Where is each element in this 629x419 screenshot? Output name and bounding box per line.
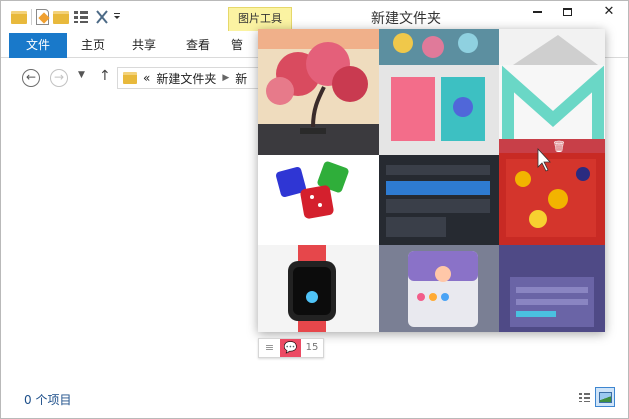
toolbar-divider	[31, 9, 32, 25]
close-icon: ✕	[603, 4, 615, 19]
large-icons-view-icon	[599, 392, 612, 403]
image-gallery: 🗑	[258, 29, 605, 332]
breadcrumb-segment[interactable]: 新建文件夹	[156, 70, 216, 87]
breadcrumb-overflow[interactable]: «	[143, 71, 150, 85]
layout-icon[interactable]	[73, 10, 91, 24]
trash-icon[interactable]: 🗑	[552, 140, 566, 153]
breadcrumb-separator-icon: ▶	[222, 73, 230, 83]
list-view-icon[interactable]: ≡	[259, 339, 280, 357]
gallery-tile[interactable]	[379, 155, 499, 245]
gallery-tile[interactable]	[499, 29, 605, 65]
gallery-tile[interactable]	[258, 245, 379, 332]
up-button[interactable]: ↑	[99, 68, 111, 84]
tab-view[interactable]: 查看	[173, 33, 223, 58]
properties-icon[interactable]	[36, 9, 49, 25]
large-icons-view-button[interactable]	[595, 387, 615, 407]
window-title: 新建文件夹	[371, 11, 441, 27]
minimize-icon	[532, 10, 542, 13]
gallery-tile[interactable]	[379, 29, 499, 65]
maximize-button[interactable]	[552, 1, 582, 25]
back-button[interactable]: ←	[22, 69, 40, 87]
tab-file[interactable]: 文件	[9, 33, 67, 58]
arrow-left-icon: ←	[25, 70, 37, 84]
details-view-button[interactable]	[574, 387, 594, 407]
comment-icon[interactable]: 💬	[280, 339, 301, 357]
gallery-tile[interactable]	[258, 29, 379, 155]
picture-tools-tab[interactable]: 图片工具	[228, 7, 292, 31]
tab-home[interactable]: 主页	[71, 33, 115, 58]
details-view-icon	[579, 393, 590, 402]
tab-share[interactable]: 共享	[119, 33, 169, 58]
quick-access-toolbar	[11, 7, 121, 27]
maximize-icon	[562, 7, 572, 16]
gallery-tile[interactable]: 🗑	[499, 139, 605, 245]
new-folder-icon[interactable]	[53, 10, 69, 24]
status-item-count: 0 个项目	[24, 393, 72, 407]
gallery-count: 15	[305, 342, 319, 353]
folder-icon	[123, 72, 137, 84]
gallery-tile[interactable]	[379, 245, 499, 332]
folder-icon[interactable]	[11, 10, 27, 24]
forward-button[interactable]: →	[50, 69, 68, 87]
breadcrumb-segment[interactable]: 新	[235, 70, 247, 87]
close-button[interactable]: ✕	[591, 1, 627, 25]
recent-locations-button[interactable]: ▼	[78, 70, 85, 80]
gallery-tile[interactable]	[379, 65, 499, 155]
gallery-tile[interactable]	[499, 245, 605, 332]
gallery-tile[interactable]	[258, 155, 379, 245]
cut-icon[interactable]	[95, 10, 109, 24]
gallery-toolbar: ≡ 💬 15	[258, 338, 324, 358]
minimize-button[interactable]	[522, 1, 552, 25]
chevron-down-icon[interactable]	[113, 10, 121, 24]
arrow-right-icon: →	[53, 70, 65, 84]
